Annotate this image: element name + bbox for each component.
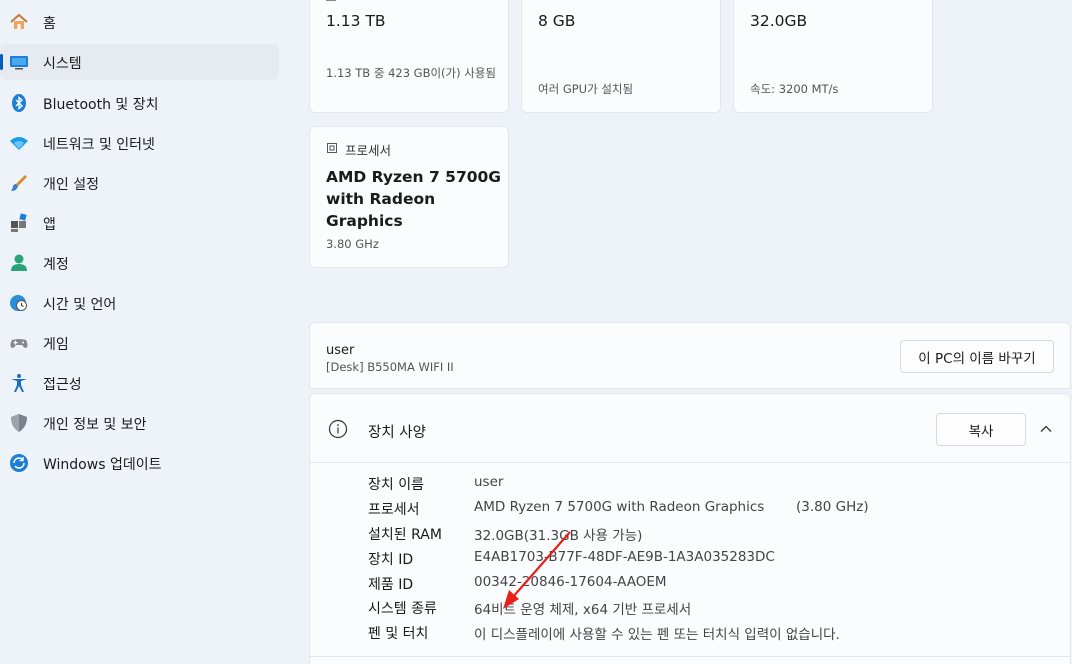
processor-card-header: 프로세서 [326,140,391,159]
divider [310,656,1070,657]
home-icon [9,12,29,32]
spec-value: user [474,474,504,490]
brush-icon [9,173,29,193]
sidebar-item-bluetooth[interactable]: Bluetooth 및 장치 [0,85,279,121]
spec-row-device-name: 장치 이름 user [310,474,1070,499]
spec-row-device-id: 장치 ID E4AB1703-B77F-48DF-AE9B-1A3A035283… [310,549,1070,574]
spec-label: 펜 및 터치 [368,626,429,642]
device-name: user [326,343,355,358]
sidebar-item-label: 네트워크 및 인터넷 [43,137,155,153]
sidebar-item-home[interactable]: 홈 [0,4,279,40]
globe-clock-icon [9,293,29,313]
sidebar-item-label: 앱 [43,217,56,233]
copy-button[interactable]: 복사 [936,413,1026,446]
sidebar-item-windows-update[interactable]: Windows 업데이트 [0,445,279,481]
graphics-card[interactable]: 8 GB 여러 GPU가 설치됨 [521,0,721,113]
ram-value: 32.0GB [750,12,808,30]
graphics-value: 8 GB [538,12,576,30]
storage-icon [326,0,336,1]
spec-value: 이 디스플레이에 사용할 수 있는 펜 또는 터치식 입력이 없습니다. [474,627,840,643]
sidebar: 홈 시스템 Bluetooth 및 장치 네트워크 및 인터넷 개인 설정 앱 [0,0,290,664]
info-icon [328,419,348,443]
spec-value: 00342-20846-17604-AAOEM [474,574,667,590]
device-specs-title: 장치 사양 [368,425,426,441]
sidebar-item-label: 개인 정보 및 보안 [43,417,147,433]
accessibility-icon [9,373,29,393]
spec-row-pen-touch: 펜 및 터치 이 디스플레이에 사용할 수 있는 펜 또는 터치식 입력이 없습… [310,623,1070,648]
device-specs-panel: 장치 사양 복사 장치 이름 user 프로세서 AMD Ryzen 7 570… [309,393,1071,664]
spec-row-processor: 프로세서 AMD Ryzen 7 5700G with Radeon Graph… [310,499,1070,524]
chip-icon [326,142,338,157]
spec-value: AMD Ryzen 7 5700G with Radeon Graphics [474,499,765,515]
sidebar-item-label: Windows 업데이트 [43,457,162,473]
ram-card[interactable]: 32.0GB 속도: 3200 MT/s [733,0,933,113]
apps-icon [9,213,29,233]
graphics-sub: 여러 GPU가 설치됨 [538,82,634,96]
sidebar-item-label: 개인 설정 [43,177,99,193]
spec-row-ram: 설치된 RAM 32.0GB(31.3GB 사용 가능) [310,524,1070,549]
account-icon [9,253,29,273]
spec-label: 장치 ID [368,552,414,568]
spec-label: 장치 이름 [368,477,424,493]
sidebar-item-label: 게임 [43,337,69,353]
system-icon [9,52,29,72]
device-specs-header[interactable]: 장치 사양 복사 [310,394,1070,463]
sidebar-item-label: 홈 [43,16,56,32]
sidebar-item-personalization[interactable]: 개인 설정 [0,165,279,201]
sidebar-item-label: 계정 [43,257,69,273]
gamepad-icon [9,333,29,353]
shield-icon [9,413,29,433]
sidebar-item-label: 시스템 [43,56,82,72]
ram-speed: 속도: 3200 MT/s [750,82,839,96]
sidebar-item-network[interactable]: 네트워크 및 인터넷 [0,125,279,161]
spec-value: 64비트 운영 체제, x64 기반 프로세서 [474,602,692,618]
sidebar-item-system[interactable]: 시스템 [0,44,279,80]
chevron-up-icon[interactable] [1039,421,1053,440]
sidebar-item-time-language[interactable]: 시간 및 언어 [0,285,279,321]
sidebar-item-apps[interactable]: 앱 [0,205,279,241]
sidebar-item-accessibility[interactable]: 접근성 [0,365,279,401]
sidebar-item-label: 시간 및 언어 [43,297,117,313]
storage-card[interactable]: 1.13 TB 1.13 TB 중 423 GB이(가) 사용됨 [309,0,509,113]
spec-label: 시스템 종류 [368,601,437,617]
sidebar-item-accounts[interactable]: 계정 [0,245,279,281]
processor-name: AMD Ryzen 7 5700G with Radeon Graphics [326,168,502,230]
sidebar-item-label: Bluetooth 및 장치 [43,97,159,113]
spec-value-extra: (3.80 GHz) [796,499,869,515]
device-name-card: user [Desk] B550MA WIFI II 이 PC의 이름 바꾸기 [309,322,1071,389]
spec-row-product-id: 제품 ID 00342-20846-17604-AAOEM [310,574,1070,599]
sidebar-item-privacy[interactable]: 개인 정보 및 보안 [0,405,279,441]
spec-label: 제품 ID [368,577,414,593]
storage-value: 1.13 TB [326,12,386,30]
sidebar-item-gaming[interactable]: 게임 [0,325,279,361]
processor-speed: 3.80 GHz [326,237,379,251]
spec-label: 프로세서 [368,502,420,518]
rename-pc-button[interactable]: 이 PC의 이름 바꾸기 [900,340,1054,373]
update-icon [9,453,29,473]
storage-usage: 1.13 TB 중 423 GB이(가) 사용됨 [326,66,497,80]
processor-card[interactable]: 프로세서 AMD Ryzen 7 5700G with Radeon Graph… [309,126,509,268]
spec-label: 설치된 RAM [368,527,442,543]
spec-value: 32.0GB(31.3GB 사용 가능) [474,528,643,544]
spec-row-system-type: 시스템 종류 64비트 운영 체제, x64 기반 프로세서 [310,598,1070,623]
device-model: [Desk] B550MA WIFI II [326,360,454,374]
bluetooth-icon [9,93,29,113]
processor-card-title: 프로세서 [345,143,392,158]
active-indicator [0,54,3,70]
sidebar-item-label: 접근성 [43,377,82,393]
spec-value: E4AB1703-B77F-48DF-AE9B-1A3A035283DC [474,549,775,565]
wifi-icon [9,133,29,153]
